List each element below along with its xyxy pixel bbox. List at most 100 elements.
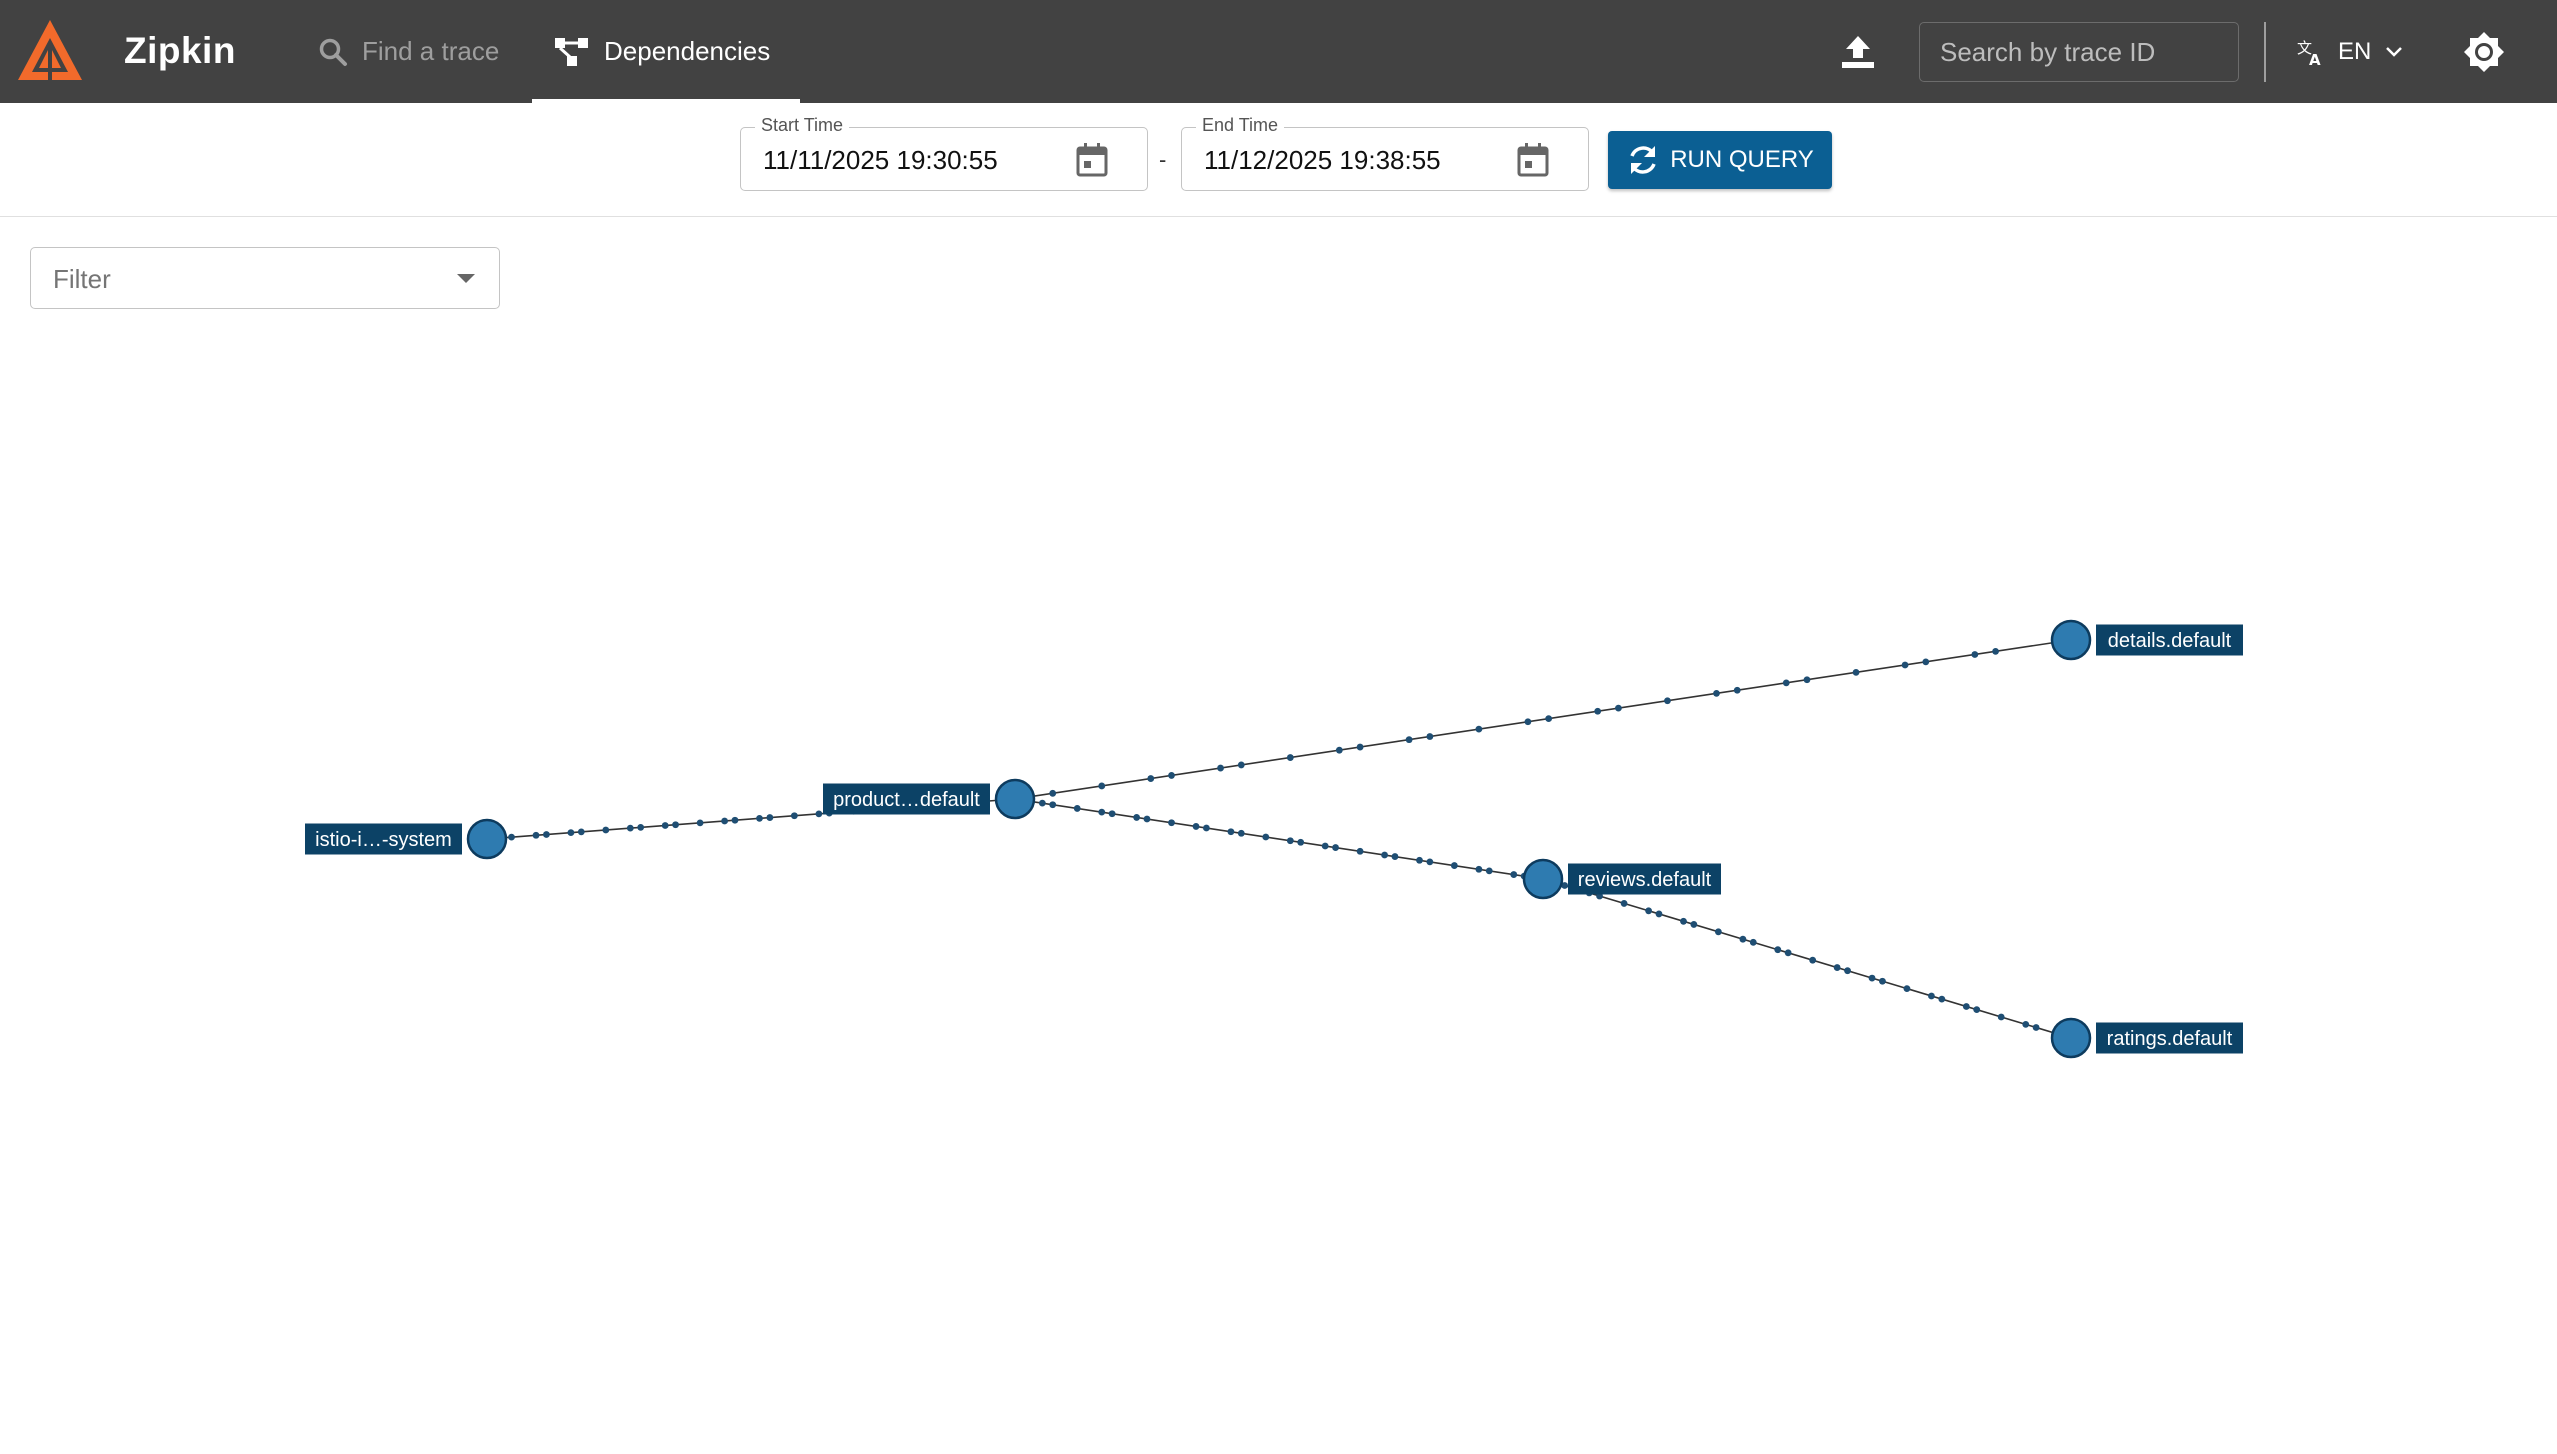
traffic-dot: [637, 823, 645, 831]
traffic-dot: [1971, 651, 1979, 658]
service-node-reviews[interactable]: [1522, 858, 1564, 900]
traffic-dot: [1545, 715, 1553, 723]
service-node-details[interactable]: [2050, 619, 2092, 661]
app-bar: Zipkin Find a trace Dependencies 文 A EN: [0, 0, 2557, 103]
traffic-dot: [1620, 900, 1628, 907]
traffic-dot: [1038, 799, 1046, 807]
traffic-dot: [1680, 917, 1687, 925]
traffic-dot: [1655, 910, 1663, 918]
traffic-dot: [1108, 810, 1116, 818]
start-time-value[interactable]: 11/11/2025 19:30:55: [763, 145, 998, 176]
end-time-field[interactable]: End Time 11/12/2025 19:38:55: [1181, 115, 1589, 191]
traffic-dot: [672, 821, 679, 829]
traffic-dot: [1475, 865, 1483, 873]
traffic-dot: [1903, 985, 1911, 992]
traffic-dot: [1203, 824, 1210, 832]
traffic-dot: [1049, 789, 1057, 797]
tab-dependencies-label: Dependencies: [604, 36, 771, 66]
traffic-dot: [602, 826, 610, 834]
traffic-dot: [1143, 815, 1151, 823]
traffic-dot: [1217, 764, 1224, 772]
traffic-dot: [1928, 992, 1935, 1000]
start-time-field[interactable]: Start Time 11/11/2025 19:30:55: [740, 115, 1148, 191]
traffic-dot: [543, 831, 550, 838]
node-label-productpage: product…default: [833, 789, 980, 811]
traffic-dot: [731, 816, 739, 824]
traffic-dot: [1356, 743, 1364, 751]
traffic-dot: [1594, 707, 1602, 715]
chevron-down-icon: [2386, 47, 2403, 57]
traffic-dot: [1405, 736, 1413, 744]
start-time-label: Start Time: [755, 115, 850, 136]
traffic-dot: [1992, 647, 1999, 655]
traffic-dot: [1475, 725, 1483, 733]
trace-id-search-input[interactable]: [1919, 22, 2239, 82]
traffic-dot: [1168, 772, 1175, 779]
service-node-istio[interactable]: [466, 818, 508, 860]
tab-dependencies[interactable]: Dependencies: [532, 0, 800, 103]
dependency-graph[interactable]: istio-i…-system product…default details.de…: [0, 320, 2557, 1454]
traffic-dot: [1803, 676, 1811, 684]
traffic-dot: [756, 814, 763, 822]
traffic-dot: [790, 812, 798, 820]
traffic-dot: [1335, 746, 1343, 754]
traffic-dot: [1237, 829, 1245, 837]
run-query-label: RUN QUERY: [1670, 146, 1814, 173]
traffic-dot: [1733, 686, 1741, 694]
traffic-dot: [1713, 689, 1720, 697]
traffic-dot: [1286, 754, 1294, 761]
traffic-dot: [1426, 858, 1434, 866]
traffic-dot: [661, 822, 669, 829]
node-label-ratings: ratings.default: [2107, 1028, 2233, 1050]
node-label-details: details.default: [2108, 630, 2232, 652]
header-divider: [2264, 22, 2266, 82]
dependencies-icon: [555, 37, 588, 66]
zipkin-logo-icon[interactable]: [16, 18, 84, 86]
service-filter-select[interactable]: Filter: [30, 247, 500, 309]
graph-edges: [486, 639, 2072, 1039]
traffic-dot: [1391, 853, 1399, 860]
calendar-icon[interactable]: [1516, 142, 1550, 178]
traffic-dot: [1901, 661, 1909, 669]
traffic-dot: [1098, 808, 1106, 816]
app-title[interactable]: Zipkin: [124, 30, 236, 72]
graph-traffic-dots: [508, 647, 2040, 1031]
end-time-value[interactable]: 11/12/2025 19:38:55: [1204, 145, 1441, 176]
traffic-dot: [1485, 867, 1493, 875]
traffic-dot: [1852, 668, 1860, 676]
language-selector[interactable]: 文 A EN: [2296, 30, 2403, 74]
traffic-dot: [1664, 697, 1671, 705]
language-code: EN: [2338, 38, 2372, 65]
traffic-dot: [1879, 977, 1886, 985]
traffic-dot: [1227, 828, 1235, 836]
traffic-dot: [1416, 856, 1423, 864]
calendar-icon[interactable]: [1075, 142, 1109, 178]
service-node-productpage[interactable]: [994, 778, 1036, 820]
traffic-dot: [1192, 823, 1200, 830]
traffic-dot: [1615, 704, 1622, 712]
traffic-dot: [1997, 1013, 2005, 1021]
run-query-button[interactable]: RUN QUERY: [1608, 131, 1832, 189]
search-icon: [319, 38, 347, 66]
traffic-dot: [626, 824, 634, 832]
end-time-label: End Time: [1196, 115, 1285, 136]
traffic-dot: [815, 810, 823, 818]
traffic-dot: [696, 819, 704, 827]
traffic-dot: [1147, 775, 1155, 782]
service-node-ratings[interactable]: [2050, 1017, 2092, 1059]
traffic-dot: [1450, 862, 1458, 869]
tab-find-trace-label: Find a trace: [362, 36, 500, 66]
traffic-dot: [1381, 851, 1388, 859]
traffic-dot: [577, 828, 585, 836]
traffic-dot: [1739, 935, 1747, 943]
traffic-dot: [1524, 718, 1532, 726]
traffic-dot: [1332, 844, 1339, 851]
upload-icon[interactable]: [1838, 32, 1878, 72]
traffic-dot: [766, 814, 774, 821]
edge-productpage-reviews[interactable]: [1014, 798, 1544, 880]
traffic-dot: [1237, 761, 1245, 769]
tab-find-trace[interactable]: Find a trace: [318, 0, 499, 103]
traffic-dot: [1645, 907, 1652, 915]
traffic-dot: [1962, 1003, 1970, 1010]
theme-toggle-icon[interactable]: [2462, 30, 2506, 74]
